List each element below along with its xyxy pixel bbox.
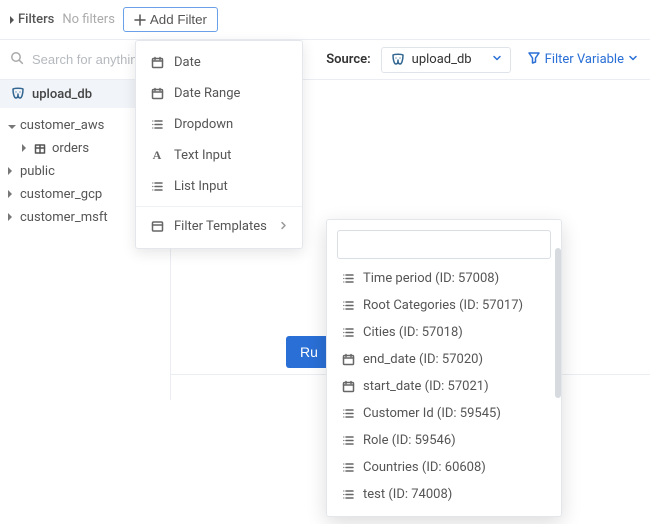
template-item[interactable]: Cities (ID: 57018) — [337, 319, 551, 346]
add-filter-menu: Date Date Range Dropdown A Text Input Li… — [135, 40, 303, 249]
menu-item-dropdown[interactable]: Dropdown — [136, 109, 302, 140]
calendar-icon — [341, 353, 355, 366]
template-item-label: Time period (ID: 57008) — [363, 271, 499, 286]
template-item[interactable]: Countries (ID: 60608) — [337, 454, 551, 481]
postgres-icon — [390, 52, 406, 68]
schema-label: customer_aws — [20, 118, 104, 133]
chevron-right-icon — [279, 219, 288, 234]
list-icon — [341, 299, 355, 312]
menu-item-label: Dropdown — [174, 117, 233, 132]
schema-label: customer_gcp — [20, 187, 102, 202]
template-item-label: Role (ID: 59546) — [363, 433, 456, 448]
toolbar-row: Source: upload_db Filter Variable — [0, 40, 650, 80]
template-item-label: Cities (ID: 57018) — [363, 325, 463, 340]
menu-item-label: Filter Templates — [174, 219, 267, 234]
source-selected: upload_db — [412, 52, 472, 67]
caret-right-icon — [22, 141, 28, 156]
calendar-icon — [150, 87, 164, 100]
list-icon — [150, 180, 164, 193]
plus-icon — [134, 14, 146, 26]
search-icon — [10, 51, 24, 69]
filters-toggle[interactable]: Filters — [10, 12, 54, 27]
list-icon — [341, 461, 355, 474]
filters-status: No filters — [62, 12, 115, 27]
template-item[interactable]: end_date (ID: 57020) — [337, 346, 551, 373]
list-icon — [341, 326, 355, 339]
template-item-label: end_date (ID: 57020) — [363, 352, 483, 367]
menu-item-label: Date — [174, 55, 201, 70]
caret-down-icon — [8, 118, 14, 133]
funnel-icon — [527, 51, 541, 69]
template-item[interactable]: test (ID: 74008) — [337, 481, 551, 508]
menu-item-label: Text Input — [174, 148, 231, 163]
template-item-label: test (ID: 74008) — [363, 487, 452, 502]
menu-item-text-input[interactable]: A Text Input — [136, 140, 302, 171]
calendar-icon — [150, 56, 164, 69]
template-item-label: Customer Id (ID: 59545) — [363, 406, 501, 421]
source-select[interactable]: upload_db — [381, 47, 511, 73]
template-item[interactable]: Customer Id (ID: 59545) — [337, 400, 551, 427]
filter-templates-menu: Time period (ID: 57008) Root Categories (… — [326, 219, 562, 517]
add-filter-label: Add Filter — [150, 12, 207, 27]
list-icon — [341, 434, 355, 447]
filter-bar: Filters No filters Add Filter — [0, 0, 650, 40]
filter-variable-label: Filter Variable — [545, 52, 624, 67]
calendar-icon — [341, 380, 355, 393]
caret-right-icon — [8, 187, 14, 202]
template-item-label: start_date (ID: 57021) — [363, 379, 489, 394]
filter-variable-button[interactable]: Filter Variable — [511, 51, 650, 69]
list-icon — [341, 488, 355, 501]
template-item[interactable]: Time period (ID: 57008) — [337, 265, 551, 292]
caret-right-icon — [8, 164, 14, 179]
templates-list[interactable]: Time period (ID: 57008) Root Categories (… — [337, 265, 551, 508]
list-icon — [150, 118, 164, 131]
scrollbar[interactable] — [555, 248, 561, 398]
table-icon — [34, 143, 46, 155]
list-icon — [341, 407, 355, 420]
menu-item-label: Date Range — [174, 86, 240, 101]
filters-label: Filters — [18, 12, 54, 27]
caret-right-icon — [8, 210, 14, 225]
table-label: orders — [52, 141, 89, 156]
source-label: Source: — [326, 52, 380, 67]
add-filter-button[interactable]: Add Filter — [123, 7, 218, 32]
templates-search-input[interactable] — [337, 230, 551, 259]
template-item[interactable]: Root Categories (ID: 57017) — [337, 292, 551, 319]
menu-item-date-range[interactable]: Date Range — [136, 78, 302, 109]
template-item-label: Root Categories (ID: 57017) — [363, 298, 523, 313]
template-item[interactable]: Role (ID: 59546) — [337, 427, 551, 454]
menu-separator — [136, 206, 302, 207]
menu-item-filter-templates[interactable]: Filter Templates — [136, 211, 302, 242]
menu-item-label: List Input — [174, 179, 228, 194]
chevron-down-icon — [628, 52, 638, 67]
menu-item-list-input[interactable]: List Input — [136, 171, 302, 202]
templates-icon — [150, 220, 164, 233]
database-name: upload_db — [32, 87, 92, 102]
template-item-label: Countries (ID: 60608) — [363, 460, 486, 475]
postgres-icon — [10, 86, 26, 102]
schema-label: customer_msft — [20, 210, 108, 225]
template-item[interactable]: start_date (ID: 57021) — [337, 373, 551, 400]
text-icon: A — [150, 148, 164, 163]
chevron-down-icon — [492, 52, 502, 67]
schema-label: public — [20, 164, 55, 179]
list-icon — [341, 272, 355, 285]
menu-item-date[interactable]: Date — [136, 47, 302, 78]
